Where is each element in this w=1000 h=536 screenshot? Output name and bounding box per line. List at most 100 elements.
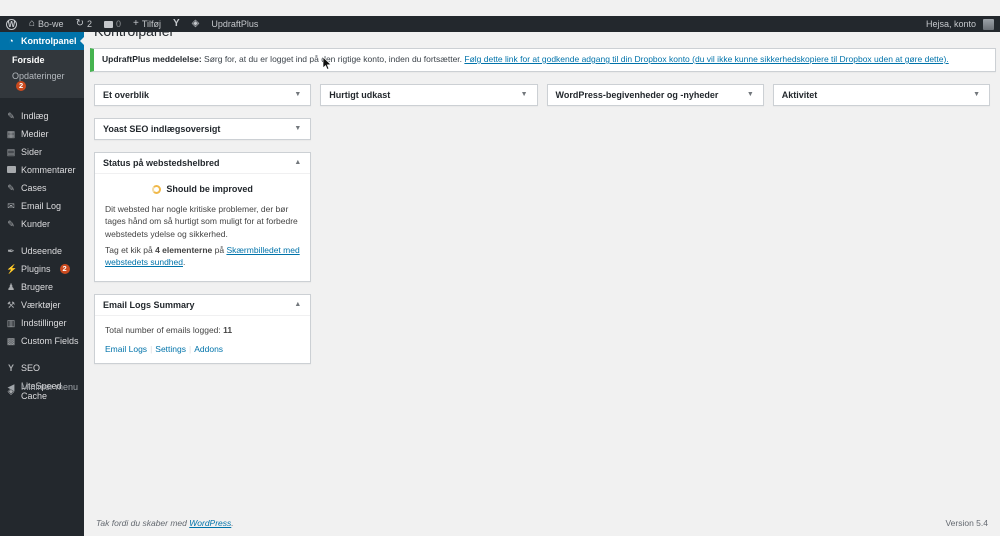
pin-icon: ✎	[7, 111, 15, 121]
avatar	[983, 18, 994, 30]
site-name-menu[interactable]: ⌂ Bo-we	[23, 16, 70, 32]
sidebar-item-label: Sider	[21, 147, 43, 157]
sidebar-item-label: Custom Fields	[21, 336, 79, 346]
sidebar-item-kontrolpanel[interactable]: ◔ Kontrolpanel	[0, 32, 84, 50]
widget-title: Aktivitet	[781, 89, 818, 100]
sidebar-item-label: Plugins	[21, 264, 51, 274]
sidebar-item-label: Indstillinger	[21, 318, 67, 328]
plus-icon: +	[132, 18, 139, 29]
updraftplus-menu[interactable]: UpdraftPlus	[205, 16, 264, 32]
dashboard-content: Kontrolpanel Skærmindstillinger ▼ Hjælp …	[84, 16, 1000, 520]
email-logs-link[interactable]: Email Logs	[105, 344, 147, 354]
sidebar-item-email-log[interactable]: ✉ Email Log	[0, 197, 84, 215]
plugin-icon: ⚡	[6, 264, 18, 274]
updates-count: 2	[86, 19, 92, 29]
updraftplus-notice: UpdraftPlus meddelelse: Sørg for, at du …	[90, 48, 996, 72]
widget-quick-draft: Hurtigt udkast ▼	[320, 83, 538, 106]
widget-title: Status på webstedshelbred	[103, 157, 220, 168]
sidebar-item-label: SEO	[21, 363, 41, 373]
widget-column-4: Aktivitet ▼	[772, 83, 990, 106]
widget-at-a-glance-header[interactable]: Et overblik ▼	[95, 85, 310, 105]
sidebar-item-sider[interactable]: ▤ Sider	[0, 143, 84, 161]
pin-icon: ✎	[7, 183, 15, 193]
widget-email-logs-header[interactable]: Email Logs Summary ▲	[95, 295, 310, 315]
yoast-icon: Y	[7, 363, 14, 373]
widget-activity: Aktivitet ▼	[772, 83, 990, 106]
comments-menu[interactable]: 0	[98, 16, 127, 32]
widget-title: Email Logs Summary	[103, 299, 195, 310]
sidebar-item-indstillinger[interactable]: ▥ Indstillinger	[0, 314, 84, 332]
chevron-down-icon[interactable]: ▼	[972, 91, 981, 98]
sidebar-item-forside[interactable]: Forside	[0, 52, 84, 68]
tools-icon: ⚒	[6, 300, 16, 310]
wordpress-logo-menu[interactable]: W	[0, 16, 23, 32]
wordpress-logo-icon: W	[6, 18, 17, 30]
chevron-down-icon[interactable]: ▼	[520, 91, 529, 98]
sidebar-item-custom-fields[interactable]: ▩ Custom Fields	[0, 332, 84, 350]
chevron-up-icon[interactable]: ▲	[293, 301, 302, 308]
sidebar-item-label: Email Log	[21, 201, 62, 211]
home-icon: ⌂	[29, 18, 36, 29]
email-addons-link[interactable]: Addons	[194, 344, 223, 354]
litespeed-icon: ◈	[191, 18, 200, 29]
litespeed-menu[interactable]: ◈	[186, 16, 206, 32]
sidebar-item-brugere[interactable]: ♟ Brugere	[0, 278, 84, 296]
pin-icon: ✎	[7, 219, 15, 229]
sidebar-item-cases[interactable]: ✎ Cases	[0, 179, 84, 197]
widget-yoast-seo-header[interactable]: Yoast SEO indlægsoversigt ▼	[95, 119, 310, 139]
admin-footer: Tak fordi du skaber med WordPress. Versi…	[84, 510, 1000, 536]
site-health-status: Should be improved	[166, 183, 253, 194]
widget-title: Yoast SEO indlægsoversigt	[103, 123, 221, 134]
sidebar-item-indlaeg[interactable]: ✎ Indlæg	[0, 107, 84, 125]
new-content-menu[interactable]: + Tilføj	[127, 16, 167, 32]
updates-menu[interactable]: ↻ 2	[70, 16, 98, 32]
sidebar-item-vaerktoejer[interactable]: ⚒ Værktøjer	[0, 296, 84, 314]
chevron-down-icon[interactable]: ▼	[293, 125, 302, 132]
dashboard-submenu: Forside Opdateringer2	[0, 50, 84, 98]
widget-quick-draft-header[interactable]: Hurtigt udkast ▼	[321, 85, 536, 105]
site-health-cta: Tag et kik på 4 elementerne på Skærmbill…	[105, 244, 300, 269]
chevron-down-icon[interactable]: ▼	[746, 91, 755, 98]
opdateringer-label: Opdateringer	[12, 71, 65, 81]
sidebar-item-udseende[interactable]: ✒ Udseende	[0, 242, 84, 260]
widget-site-health-header[interactable]: Status på webstedshelbred ▲	[95, 153, 310, 173]
widget-activity-header[interactable]: Aktivitet ▼	[774, 85, 989, 105]
yoast-icon: Y	[173, 18, 180, 29]
sidebar-item-kunder[interactable]: ✎ Kunder	[0, 215, 84, 233]
account-greeting: Hejsa, konto	[925, 19, 976, 29]
widget-events-news: WordPress-begivenheder og -nyheder ▼	[546, 83, 764, 106]
widget-email-logs: Email Logs Summary ▲ Total number of ema…	[94, 293, 312, 365]
email-logs-body: Total number of emails logged: 11 Email …	[95, 314, 311, 364]
user-icon: ♟	[6, 282, 16, 292]
widget-yoast-seo: Yoast SEO indlægsoversigt ▼	[94, 117, 312, 140]
sidebar-item-seo[interactable]: Y SEO	[0, 359, 84, 377]
account-menu[interactable]: Hejsa, konto	[920, 16, 1000, 32]
total-label: Total number of emails logged:	[105, 324, 224, 335]
cta-count: 4 elementerne	[155, 244, 213, 255]
comments-count: 0	[115, 19, 121, 29]
sidebar-item-opdateringer[interactable]: Opdateringer2	[0, 68, 84, 94]
sidebar-item-medier[interactable]: ▦ Medier	[0, 125, 84, 143]
chevron-down-icon[interactable]: ▼	[293, 91, 302, 98]
widget-title: Et overblik	[103, 89, 150, 100]
widget-events-news-header[interactable]: WordPress-begivenheder og -nyheder ▼	[548, 85, 763, 105]
dashboard-icon: ◔	[8, 36, 14, 46]
plugins-badge: 2	[59, 264, 70, 274]
cta-prefix: Tag et kik på	[105, 244, 156, 255]
separator: |	[150, 343, 153, 354]
chevron-up-icon[interactable]: ▲	[293, 159, 302, 166]
notice-label: UpdraftPlus meddelelse:	[102, 54, 202, 64]
separator: |	[189, 343, 192, 354]
sidebar-item-kommentarer[interactable]: Kommentarer	[0, 161, 84, 179]
custom-fields-icon: ▩	[6, 336, 16, 346]
new-content-label: Tilføj	[141, 19, 161, 29]
cta-suffix: .	[182, 257, 186, 268]
widget-grid: Et overblik ▼ Yoast SEO indlægsoversigt …	[94, 83, 990, 365]
collapse-menu-button[interactable]: ◀ Minimer menu	[0, 378, 84, 396]
email-settings-link[interactable]: Settings	[155, 344, 186, 354]
dropbox-auth-link[interactable]: Følg dette link for at godkende adgang t…	[464, 54, 948, 64]
site-health-description: Dit websted har nogle kritiske problemer…	[105, 203, 298, 239]
brush-icon: ✒	[7, 246, 15, 256]
sidebar-item-plugins[interactable]: ⚡ Plugins 2	[0, 260, 84, 278]
yoast-seo-menu[interactable]: Y	[167, 16, 186, 32]
